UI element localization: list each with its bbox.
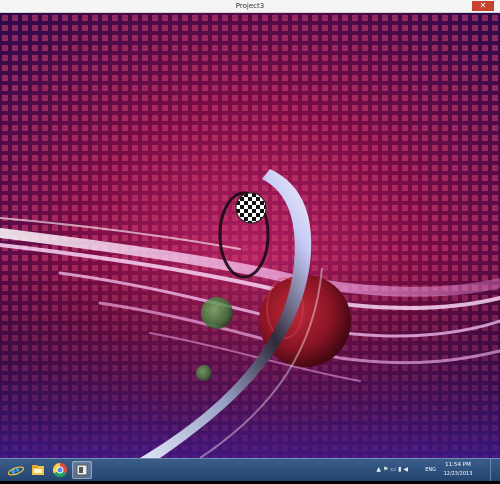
show-desktop-button[interactable] (490, 459, 496, 481)
up-arrow-icon[interactable]: ▲ (376, 466, 383, 473)
monitor-icon[interactable]: ▭ (390, 466, 398, 473)
close-button[interactable]: ✕ (472, 1, 494, 11)
clock[interactable]: 11:54 PM 12/23/2013 (438, 461, 478, 479)
green-sphere-small (196, 365, 212, 381)
3d-scene (0, 13, 500, 458)
checkered-ball (235, 192, 267, 224)
language-indicator[interactable]: ENG (425, 467, 436, 473)
taskbar: e ▲⚑▭▮◀ ENG 11:54 PM 12/23/2013 (0, 458, 500, 481)
render-viewport[interactable] (0, 13, 500, 458)
green-sphere-large (201, 297, 233, 329)
volume-icon[interactable]: ◀ (403, 466, 410, 473)
window-title: Project3 (235, 2, 265, 10)
title-bar[interactable]: Project3 ✕ (0, 0, 500, 13)
svg-text:e: e (11, 463, 20, 479)
blue-haze (0, 13, 500, 458)
internet-explorer-icon[interactable]: e (6, 461, 26, 479)
project-window-icon[interactable] (72, 461, 92, 479)
app-window: Project3 ✕ (0, 0, 500, 458)
system-tray: ▲⚑▭▮◀ ENG 11:54 PM 12/23/2013 (296, 459, 496, 481)
clock-time: 11:54 PM (445, 462, 471, 468)
file-explorer-icon[interactable] (28, 461, 48, 479)
tray-icons[interactable]: ▲⚑▭▮◀ (376, 466, 410, 473)
chrome-icon[interactable] (50, 461, 70, 479)
clock-date: 12/23/2013 (443, 471, 473, 477)
